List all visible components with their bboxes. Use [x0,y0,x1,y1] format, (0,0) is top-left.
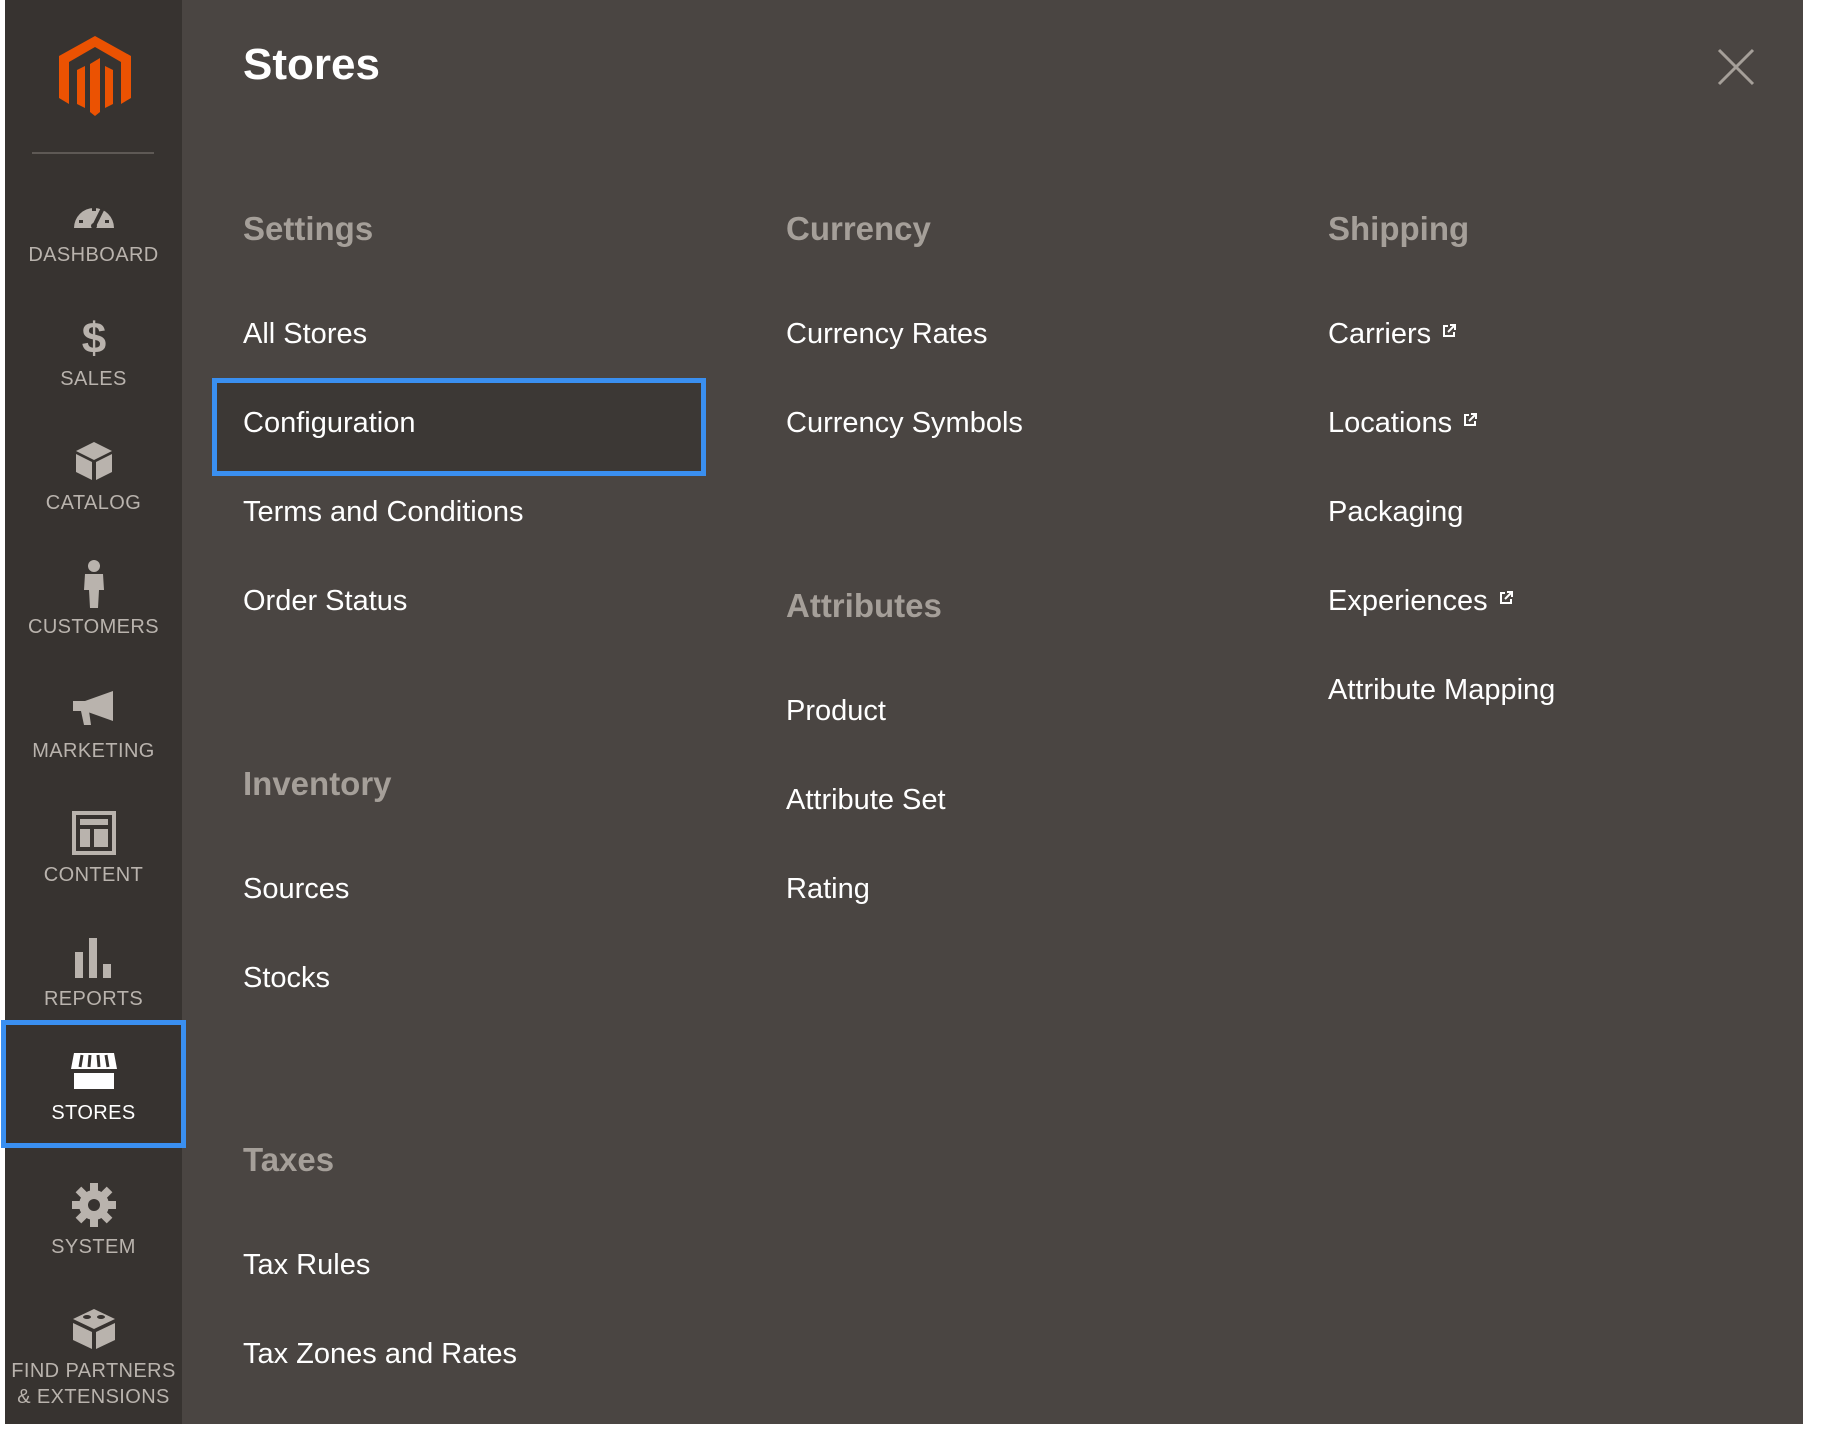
dollar-icon: $ [69,314,119,360]
menu-link-tax-zones-and-rates[interactable]: Tax Zones and Rates [243,1338,517,1371]
external-link-icon [1498,581,1514,614]
layout-icon [69,810,119,856]
section-title-inventory: Inventory [243,765,392,802]
sidebar-item-label: CUSTOMERS [27,616,160,638]
sidebar-item-label: MARKETING [32,740,155,762]
sidebar-item-stores[interactable]: STORES [1,1020,186,1148]
admin-app: DASHBOARD $ SALES CATALOG CUSTOMERS MARK… [1,0,1803,1424]
sidebar-item-label: FIND PARTNERS & EXTENSIONS [11,1360,176,1408]
sidebar-item-reports[interactable]: REPORTS [5,914,182,1032]
sidebar-item-system[interactable]: SYSTEM [5,1162,182,1280]
sidebar-divider [32,152,154,154]
sidebar-item-label: CATALOG [45,492,142,514]
sidebar-item-find-partners[interactable]: FIND PARTNERS & EXTENSIONS [5,1286,182,1424]
close-icon[interactable] [1713,44,1759,90]
section-title-taxes: Taxes [243,1141,335,1178]
sidebar-item-label: SYSTEM [51,1236,136,1258]
person-icon [69,560,119,608]
menu-link-rating[interactable]: Rating [786,873,870,906]
menu-link-tax-rules[interactable]: Tax Rules [243,1249,370,1282]
external-link-icon [1441,314,1457,347]
megaphone-icon [69,686,119,732]
section-title-currency: Currency [786,210,931,247]
menu-link-order-status[interactable]: Order Status [243,585,407,618]
sidebar-item-label: SALES [60,368,127,390]
menu-link-attribute-mapping[interactable]: Attribute Mapping [1328,674,1555,707]
menu-link-stocks[interactable]: Stocks [243,962,330,995]
menu-link-sources[interactable]: Sources [243,873,349,906]
menu-link-label: Experiences [1328,585,1488,617]
menu-link-all-stores[interactable]: All Stores [243,318,367,351]
magento-logo[interactable] [57,34,133,118]
box-icon [69,438,119,484]
sidebar-item-label: STORES [51,1102,136,1124]
menu-link-terms-and-conditions[interactable]: Terms and Conditions [243,496,523,529]
sidebar-item-customers[interactable]: CUSTOMERS [5,542,182,660]
menu-link-locations[interactable]: Locations [1328,407,1478,440]
menu-link-attribute-set[interactable]: Attribute Set [786,784,946,817]
sidebar-item-marketing[interactable]: MARKETING [5,666,182,784]
menu-link-label: Carriers [1328,318,1432,350]
external-link-icon [1462,403,1478,436]
bar-chart-icon [69,934,119,980]
svg-text:$: $ [81,315,105,359]
section-title-shipping: Shipping [1328,210,1470,247]
sidebar-item-content[interactable]: CONTENT [5,790,182,908]
menu-link-configuration[interactable]: Configuration [243,407,416,440]
sidebar-item-sales[interactable]: $ SALES [5,294,182,412]
section-title-settings: Settings [243,210,374,247]
menu-link-carriers[interactable]: Carriers [1328,318,1457,351]
menu-link-label: Locations [1328,407,1453,439]
sidebar-item-catalog[interactable]: CATALOG [5,418,182,536]
blocks-icon [69,1306,119,1352]
sidebar-item-label: REPORTS [43,988,144,1010]
menu-link-currency-rates[interactable]: Currency Rates [786,318,987,351]
sidebar-item-label: CONTENT [43,864,144,886]
menu-link-experiences[interactable]: Experiences [1328,585,1514,618]
dashboard-icon [69,190,119,236]
menu-link-product[interactable]: Product [786,695,886,728]
sidebar-item-dashboard[interactable]: DASHBOARD [5,170,182,288]
menu-link-packaging[interactable]: Packaging [1328,496,1463,529]
admin-sidebar: DASHBOARD $ SALES CATALOG CUSTOMERS MARK… [1,0,186,1424]
gear-icon [69,1182,119,1228]
section-title-attributes: Attributes [786,587,942,624]
sidebar-item-label: DASHBOARD [28,244,159,266]
panel-title: Stores [243,40,380,89]
menu-link-currency-symbols[interactable]: Currency Symbols [786,407,1023,440]
storefront-icon [69,1048,119,1094]
